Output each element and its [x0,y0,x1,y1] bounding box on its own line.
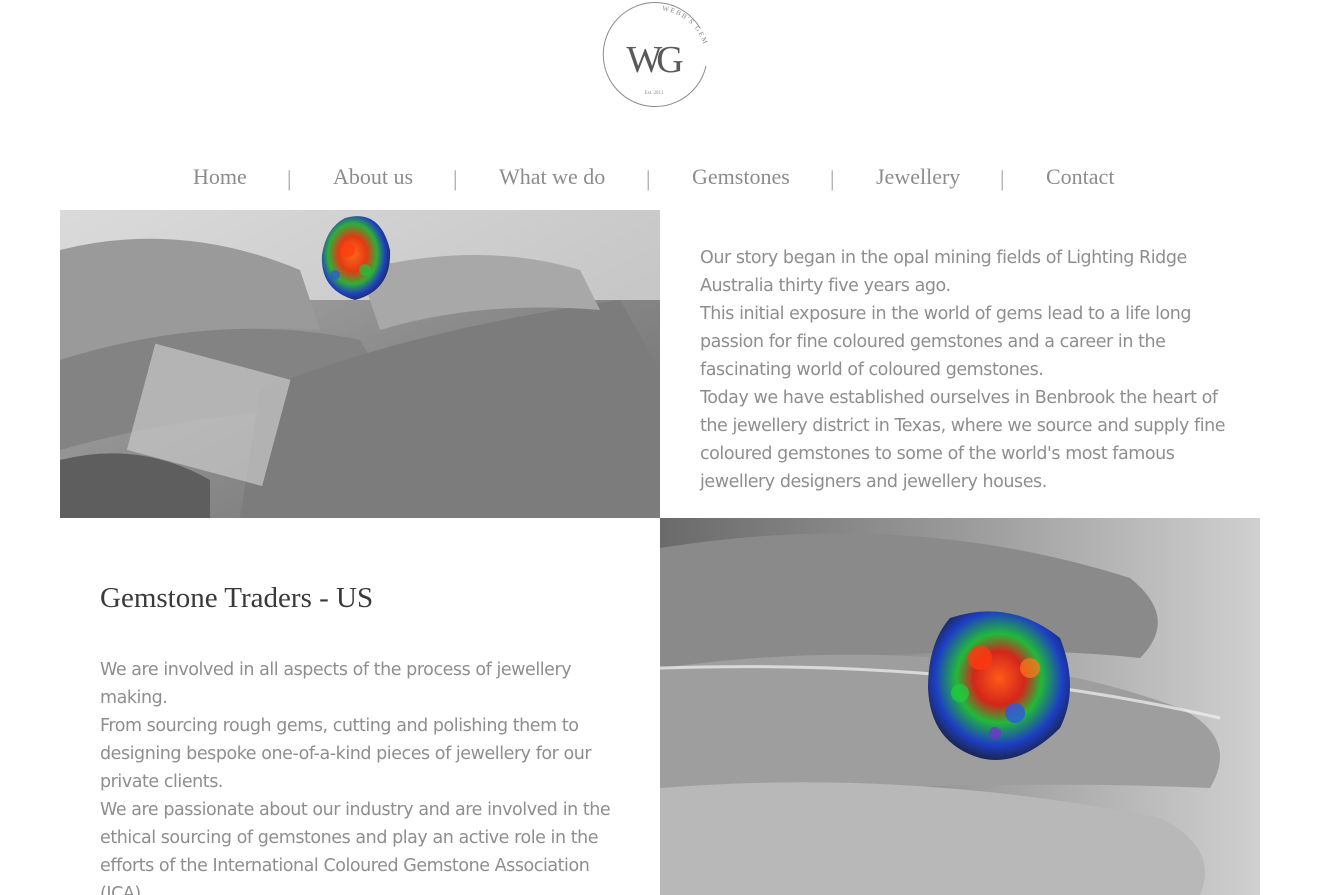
traders-paragraph: From sourcing rough gems, cutting and po… [100,716,592,792]
nav-separator: | [646,166,651,191]
brand-monogram: WG [626,39,683,81]
traders-paragraph: We are involved in all aspects of the pr… [100,660,572,708]
nav-gemstones[interactable]: Gemstones [692,160,790,194]
brand-logo[interactable]: WEBB'S GEM WG Est. 2011 [596,2,714,118]
nav-what-we-do[interactable]: What we do [499,160,605,194]
brand-est: Est. 2011 [645,91,664,96]
nav-contact[interactable]: Contact [1046,160,1114,194]
opal-in-hand-image [60,210,660,518]
nav-separator: | [453,166,458,191]
main-nav: Home | About us | What we do | Gemstones… [0,160,1318,196]
nav-separator: | [287,166,292,191]
opal-on-finger-image [660,518,1260,895]
story-text: Our story began in the opal mining field… [700,244,1240,496]
opal-on-finger-photo-icon [660,518,1260,895]
traders-paragraph: We are passionate about our industry and… [100,800,611,895]
nav-separator: | [1000,166,1005,191]
story-paragraph: This initial exposure in the world of ge… [700,304,1192,380]
opal-in-hand-photo-icon [60,210,660,518]
nav-home[interactable]: Home [193,160,247,194]
nav-jewellery[interactable]: Jewellery [876,160,960,194]
story-paragraph: Today we have established ourselves in B… [700,388,1226,492]
traders-text: We are involved in all aspects of the pr… [100,656,630,895]
nav-separator: | [830,166,835,191]
nav-about-us[interactable]: About us [333,160,413,194]
section-title: Gemstone Traders - US [100,582,374,614]
logo-icon: WEBB'S GEM WG Est. 2011 [602,2,708,108]
story-paragraph: Our story began in the opal mining field… [700,248,1187,296]
